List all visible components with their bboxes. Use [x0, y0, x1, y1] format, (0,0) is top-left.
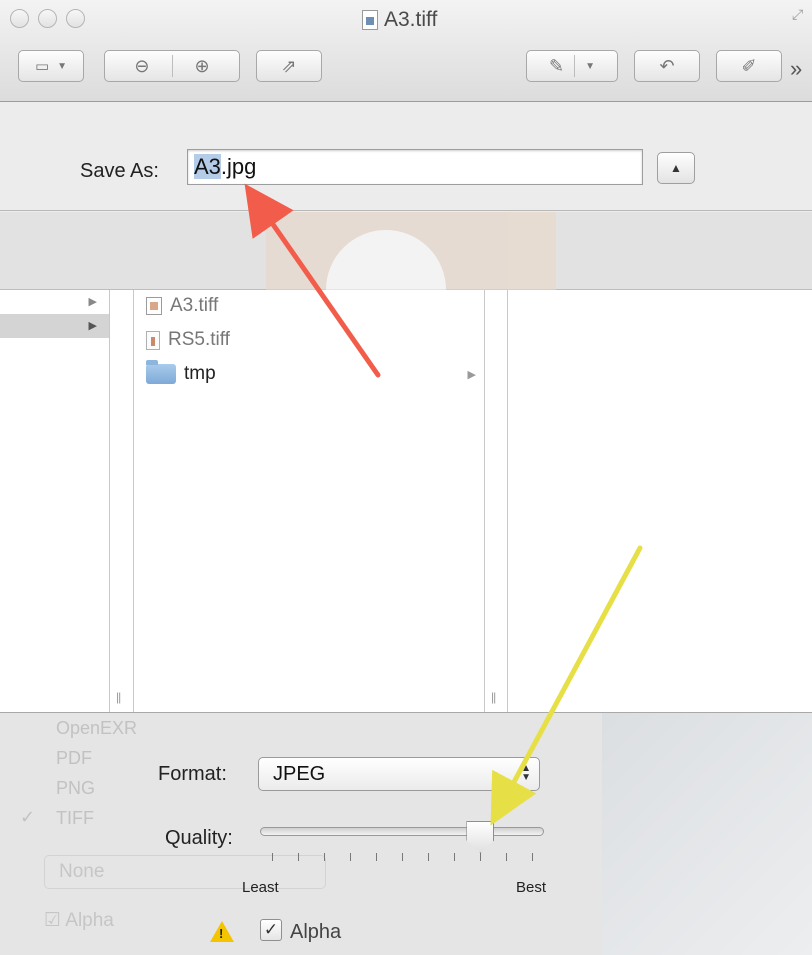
rotate-button[interactable]: ↶ — [634, 50, 700, 82]
share-icon: ⇗ — [281, 55, 297, 76]
chevron-down-icon: ▼ — [585, 60, 595, 72]
warning-icon — [210, 921, 234, 942]
zoom-window-button[interactable] — [66, 9, 85, 28]
pen-icon: ✎ — [549, 55, 565, 76]
disclosure-arrow-icon: ▶ — [88, 296, 97, 308]
disclosure-arrow-icon: ▶ — [467, 368, 476, 381]
column-row[interactable]: ▶ — [0, 290, 109, 314]
share-button[interactable]: ⇗ — [256, 50, 322, 82]
ghost-item: PDF — [56, 748, 92, 768]
format-label: Format: — [158, 763, 227, 785]
alpha-label: Alpha — [290, 921, 342, 943]
image-file-icon — [146, 330, 160, 350]
alpha-checkbox[interactable]: ✓ — [260, 919, 282, 941]
sidebar-icon: ▭ — [34, 58, 50, 75]
slider-tick — [376, 853, 377, 861]
minimize-window-button[interactable] — [38, 9, 57, 28]
window-controls — [10, 9, 85, 28]
zoom-control: ⊖ ⊕ — [104, 50, 240, 82]
close-window-button[interactable] — [10, 9, 29, 28]
quality-label: Quality: — [165, 827, 233, 849]
edit-button[interactable]: ✐ — [716, 50, 782, 82]
background-alpha: ☑ Alpha — [44, 909, 114, 932]
ghost-checkbox-icon: ☑ — [44, 910, 62, 931]
format-options-panel: OpenEXR PDF PNG TIFF ✓ None ☑ Alpha Form… — [0, 712, 812, 955]
collapse-panel-button[interactable]: ▲ — [657, 152, 695, 184]
browser-column-1: ▶ ▶ — [0, 290, 110, 712]
slider-tick — [454, 853, 455, 861]
window-title: A3.tiff — [362, 8, 437, 32]
divider — [574, 55, 576, 77]
column-row-selected[interactable]: ▶ — [0, 314, 109, 338]
slider-tick — [350, 853, 351, 861]
chevron-up-icon: ▲ — [670, 161, 682, 175]
slider-tick — [298, 853, 299, 861]
sidebar-view-button[interactable]: ▭ ▼ — [18, 50, 84, 82]
window-title-text: A3.tiff — [384, 8, 438, 31]
window-titlebar: A3.tiff ⤢ ▭ ▼ ⊖ ⊕ ⇗ ✎ ▼ ↶ ✐ » — [0, 0, 812, 102]
background-image-ghost — [266, 212, 556, 350]
quality-max-label: Best — [516, 879, 547, 896]
divider — [171, 55, 173, 77]
column-resize-handle[interactable]: || — [491, 690, 496, 704]
format-select-value: JPEG — [273, 763, 326, 785]
fullscreen-icon[interactable]: ⤢ — [792, 6, 810, 24]
ghost-checkmark-icon: ✓ — [20, 807, 36, 827]
document-icon — [362, 10, 378, 30]
file-browser: ▶ ▶ || A3.tiff RS5.tiff tmp ▶ || — [0, 290, 812, 712]
disclosure-arrow-icon: ▶ — [88, 320, 97, 332]
browser-column-2: A3.tiff RS5.tiff tmp ▶ — [134, 290, 484, 712]
chevron-down-icon: ▼ — [57, 60, 68, 72]
column-divider: || — [484, 290, 508, 712]
background-select: None — [44, 855, 326, 889]
browser-column-3 — [508, 290, 812, 712]
filename-field[interactable]: A3.jpg — [187, 149, 643, 185]
column-gutter: || — [110, 290, 134, 712]
edit-icon: ✐ — [741, 55, 757, 76]
slider-tick — [402, 853, 403, 861]
quality-min-label: Least — [242, 879, 279, 896]
quality-slider-thumb[interactable] — [466, 821, 495, 853]
background-ghost — [602, 713, 812, 955]
file-name: A3.tiff — [170, 295, 219, 316]
ghost-item: TIFF — [56, 808, 94, 828]
ghost-item: PNG — [56, 778, 96, 798]
ghost-item: OpenEXR — [56, 718, 138, 738]
select-arrows-icon: ▲ ▼ — [521, 763, 531, 783]
slider-tick — [272, 853, 273, 861]
slider-tick — [532, 853, 533, 861]
slider-tick — [480, 853, 481, 861]
tiff-file-icon — [146, 297, 162, 315]
markup-button[interactable]: ✎ ▼ — [526, 50, 618, 82]
background-format-list: OpenEXR PDF PNG TIFF — [56, 713, 137, 833]
filename-selection: A3 — [194, 154, 221, 179]
column-resize-handle[interactable]: || — [116, 690, 121, 704]
zoom-out-icon[interactable]: ⊖ — [134, 56, 149, 77]
zoom-in-icon[interactable]: ⊕ — [195, 56, 210, 77]
slider-tick — [428, 853, 429, 861]
rotate-icon: ↶ — [659, 55, 675, 76]
slider-tick — [324, 853, 325, 861]
overflow-icon[interactable]: » — [790, 56, 802, 82]
folder-icon — [146, 360, 176, 384]
list-item[interactable]: RS5.tiff — [146, 328, 476, 352]
slider-tick — [506, 853, 507, 861]
list-item[interactable]: tmp ▶ — [146, 360, 476, 386]
quality-slider-track[interactable] — [260, 827, 544, 836]
list-item[interactable]: A3.tiff — [146, 294, 476, 318]
file-name: tmp — [184, 363, 216, 384]
ghost-alpha-label: Alpha — [65, 910, 114, 931]
filename-extension: .jpg — [220, 154, 257, 179]
file-name: RS5.tiff — [168, 329, 230, 350]
save-as-label: Save As: — [80, 160, 159, 182]
format-select[interactable]: JPEG ▲ ▼ — [258, 757, 540, 791]
